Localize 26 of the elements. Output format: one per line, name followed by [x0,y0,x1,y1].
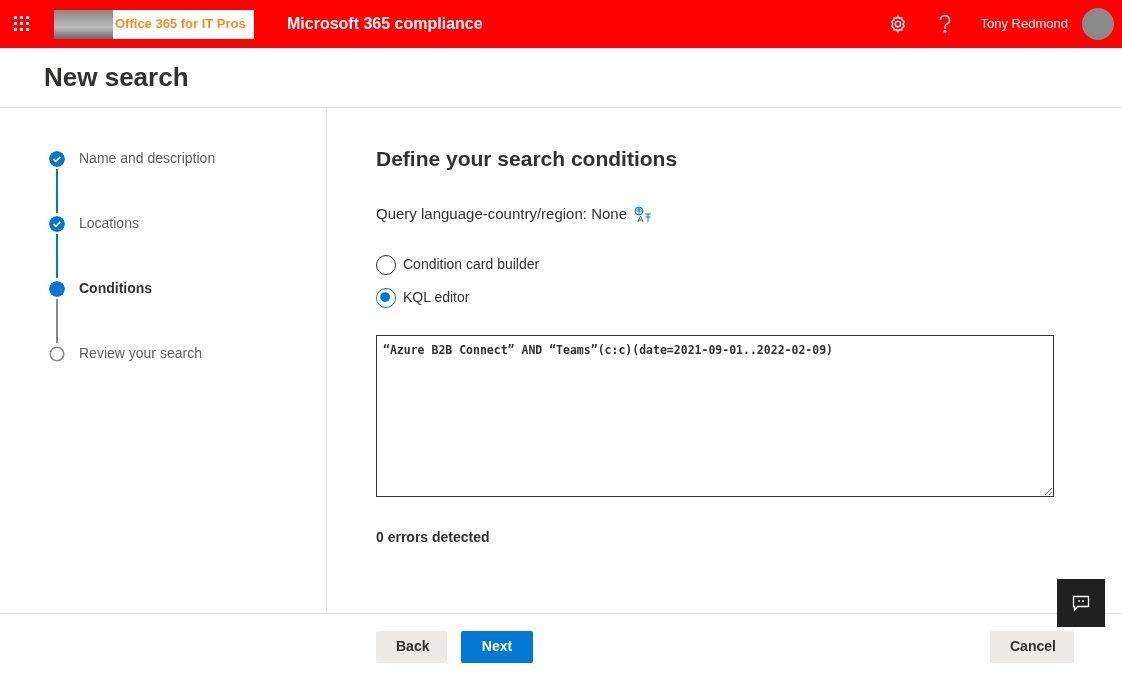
step-label[interactable]: Locations [79,213,139,234]
app-launcher-icon[interactable] [14,16,30,32]
feedback-button[interactable] [1057,579,1105,627]
step-label[interactable]: Conditions [79,278,153,299]
errors-status: 0 errors detected [376,527,491,547]
chat-icon [1072,594,1090,612]
query-language-text: Query language-country/region: None [376,204,627,225]
help-icon[interactable] [938,15,951,33]
radio-button[interactable] [376,287,396,308]
back-button[interactable]: Back [376,630,447,663]
user-name[interactable]: Tony Redmond [980,14,1068,34]
settings-icon[interactable] [888,15,907,33]
radio-label[interactable]: Condition card builder [403,254,540,276]
radio-label[interactable]: KQL editor [403,287,470,309]
app-title[interactable]: Microsoft 365 compliance [287,12,483,36]
step-label[interactable]: Review your search [79,343,202,364]
logo-text: Office 365 for IT Pros [114,15,246,34]
kql-editor-field[interactable]: “Azure B2B Connect” AND “Teams”(c:c)(date=2021-09-01..2022-02-09) [376,334,1054,497]
step-label[interactable]: Name and description [79,148,216,169]
section-heading: Define your search conditions [376,146,679,172]
translate-icon[interactable] [634,205,652,223]
photo-placeholder [54,9,113,39]
radio-button[interactable] [376,254,396,275]
cancel-button[interactable]: Cancel [990,630,1074,663]
page-title: New search [44,61,189,94]
next-button[interactable]: Next [461,630,533,663]
